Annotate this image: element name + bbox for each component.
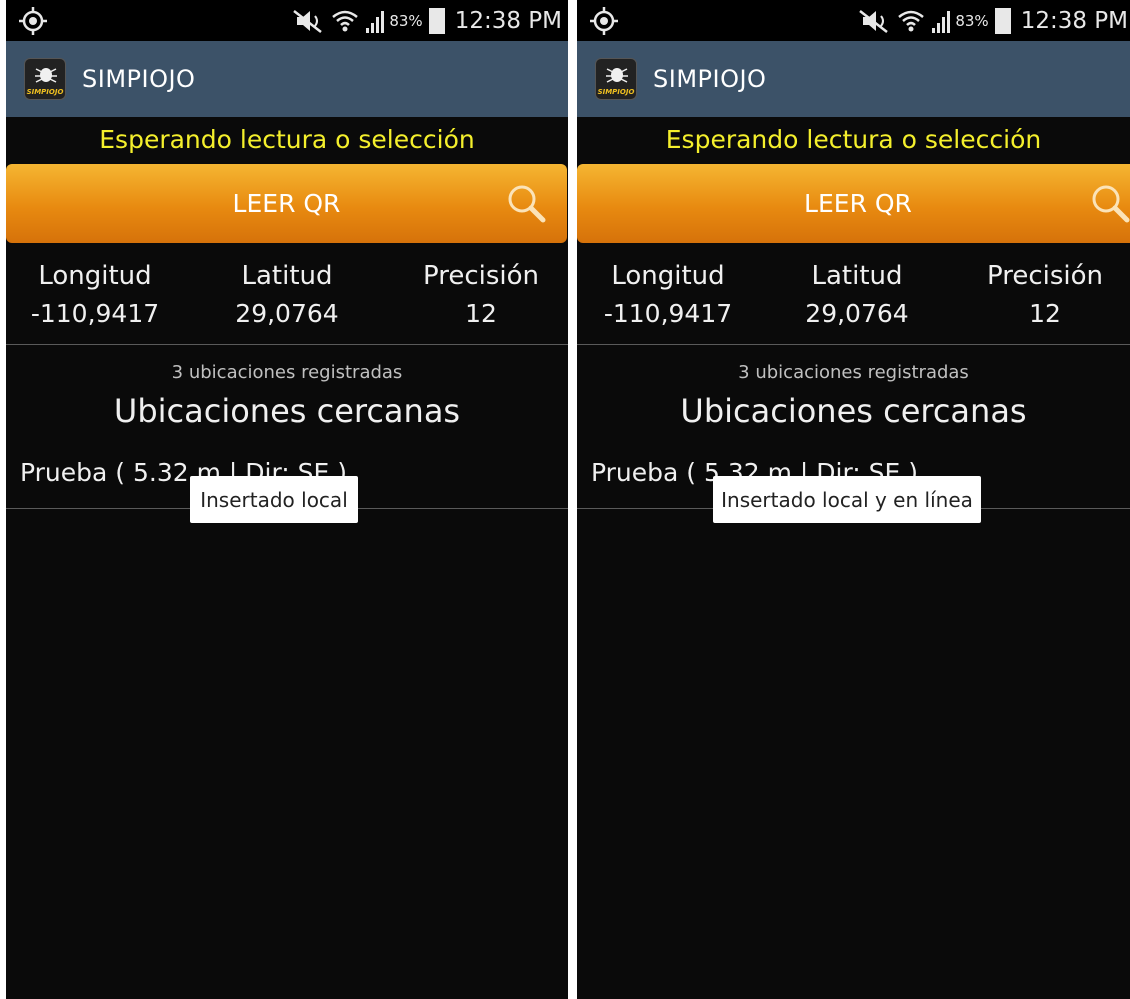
nearby-title: Ubicaciones cercanas (113, 392, 461, 430)
app-title: SIMPIOJO (82, 65, 196, 93)
search-icon (508, 185, 546, 223)
nearby-title: Ubicaciones cercanas (680, 392, 1027, 430)
longitude-label: Longitud (38, 261, 152, 291)
latitude-block: Latitud 29,0764 (782, 258, 932, 334)
gps-icon (19, 7, 47, 35)
longitude-value: -110,9417 (603, 299, 733, 328)
battery-icon (994, 7, 1011, 34)
read-qr-label: LEER QR (804, 189, 912, 218)
wifi-icon (898, 10, 925, 31)
gps-icon (590, 7, 618, 35)
latitude-label: Latitud (811, 261, 903, 291)
precision-label: Precisión (986, 261, 1103, 291)
precision-block: Precisión 12 (970, 258, 1120, 334)
latitude-block: Latitud 29,0764 (212, 258, 362, 334)
status-message: Esperando lectura o selección (665, 125, 1042, 154)
longitude-value: -110,9417 (30, 299, 160, 328)
registered-count: 3 ubicaciones registradas (171, 362, 403, 383)
precision-value: 12 (465, 299, 497, 328)
read-qr-button[interactable]: LEER QR (577, 164, 1130, 243)
signal-icon (932, 10, 951, 33)
mute-icon (293, 9, 323, 33)
app-icon-text: SIMPIOJO (26, 88, 64, 96)
precision-block: Precisión 12 (406, 258, 556, 334)
longitude-label: Longitud (611, 261, 725, 291)
phone-screen-left: 83% 12:38 PM SIMPIOJO SIMPIOJO Esperando… (6, 0, 568, 999)
coordinates-panel: Longitud -110,9417 Latitud 29,0764 Preci… (577, 258, 1130, 338)
status-bar: 83% 12:38 PM (6, 0, 568, 41)
clock: 12:38 PM (1020, 7, 1128, 34)
status-bar: 83% 12:38 PM (577, 0, 1130, 41)
divider (6, 344, 568, 345)
signal-icon (366, 10, 385, 33)
action-bar: SIMPIOJO SIMPIOJO (577, 41, 1130, 117)
read-qr-button[interactable]: LEER QR (6, 164, 567, 243)
battery-icon (428, 7, 445, 34)
mute-icon (859, 9, 889, 33)
registered-count: 3 ubicaciones registradas (738, 362, 969, 383)
battery-percent: 83% (955, 11, 989, 30)
phone-screen-right: 83% 12:38 PM SIMPIOJO SIMPIOJO Esperando… (577, 0, 1130, 999)
status-message: Esperando lectura o selección (99, 125, 475, 154)
toast-message: Insertado local y en línea (713, 476, 981, 523)
longitude-block: Longitud -110,9417 (593, 258, 743, 334)
precision-label: Precisión (422, 261, 539, 291)
clock: 12:38 PM (454, 7, 562, 34)
read-qr-label: LEER QR (232, 189, 341, 218)
app-title: SIMPIOJO (653, 65, 767, 93)
toast-message: Insertado local (190, 476, 358, 523)
divider (577, 344, 1130, 345)
louse-icon (35, 68, 57, 83)
longitude-block: Longitud -110,9417 (20, 258, 170, 334)
app-icon[interactable]: SIMPIOJO (24, 58, 66, 100)
app-icon[interactable]: SIMPIOJO (595, 58, 637, 100)
latitude-value: 29,0764 (805, 299, 909, 328)
battery-percent: 83% (389, 11, 423, 30)
coordinates-panel: Longitud -110,9417 Latitud 29,0764 Preci… (6, 258, 568, 338)
wifi-icon (332, 10, 359, 31)
precision-value: 12 (1029, 299, 1061, 328)
louse-icon (606, 68, 628, 83)
app-icon-text: SIMPIOJO (597, 88, 635, 96)
search-icon (1092, 185, 1130, 223)
latitude-value: 29,0764 (235, 299, 339, 328)
action-bar: SIMPIOJO SIMPIOJO (6, 41, 568, 117)
latitude-label: Latitud (241, 261, 333, 291)
